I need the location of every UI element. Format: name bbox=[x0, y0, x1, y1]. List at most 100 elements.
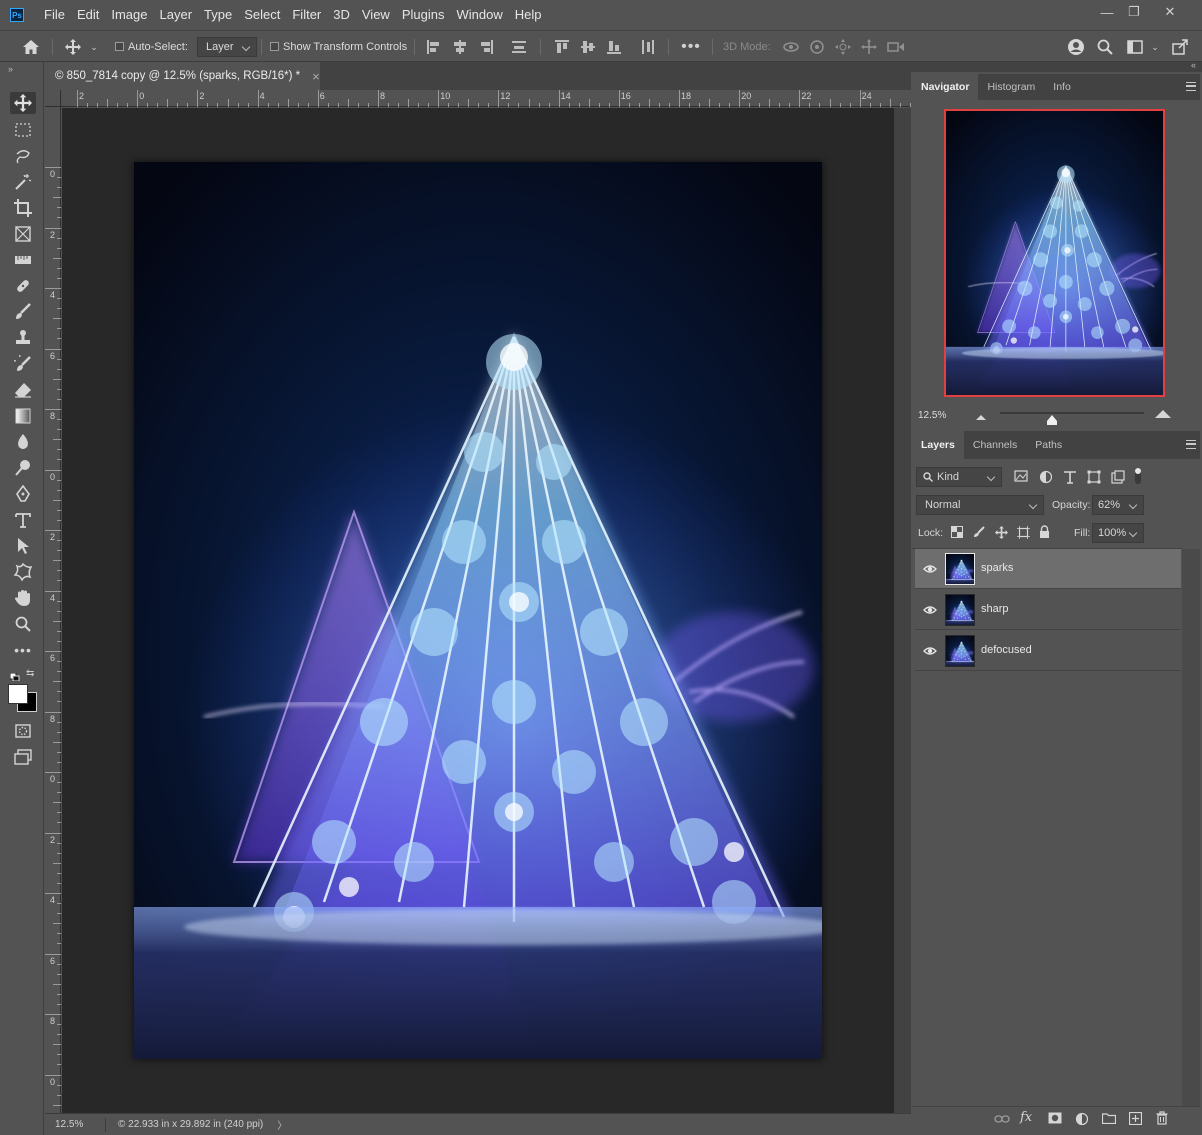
clone-stamp-tool-button[interactable] bbox=[10, 327, 36, 349]
close-window-button[interactable]: ✕ bbox=[1152, 0, 1188, 24]
app-logo[interactable]: Ps bbox=[10, 8, 24, 22]
distribute-horizontal-icon[interactable] bbox=[639, 38, 657, 56]
edit-toolbar-icon[interactable]: ••• bbox=[10, 639, 36, 661]
collapse-panels-icon[interactable]: « bbox=[1191, 60, 1196, 70]
eraser-tool-button[interactable] bbox=[10, 379, 36, 401]
auto-select-check[interactable] bbox=[115, 42, 124, 51]
zoom-out-icon[interactable] bbox=[976, 410, 986, 420]
foreground-color-swatch[interactable] bbox=[8, 684, 28, 704]
filter-type-icon[interactable] bbox=[1063, 470, 1077, 484]
hand-tool-button[interactable] bbox=[10, 587, 36, 609]
vertical-ruler[interactable]: 0 2 4 6 8 0 2 4 6 8 0 2 4 6 8 0 bbox=[45, 107, 61, 1113]
tab-paths[interactable]: Paths bbox=[1026, 431, 1071, 459]
document-canvas-image[interactable] bbox=[134, 162, 822, 1059]
navigator-zoom-slider[interactable] bbox=[1000, 412, 1144, 414]
tab-info[interactable]: Info bbox=[1044, 74, 1080, 100]
lock-position-icon[interactable] bbox=[995, 526, 1008, 539]
collapse-toolbar-icon[interactable]: » bbox=[8, 64, 13, 74]
fill-field[interactable]: 100% bbox=[1092, 523, 1144, 543]
filter-shape-icon[interactable] bbox=[1087, 470, 1101, 484]
align-top-icon[interactable] bbox=[553, 38, 571, 56]
horizontal-ruler[interactable]: 2 0 2 4 6 8 10 12 14 16 18 20 22 24 bbox=[61, 90, 911, 107]
blend-mode-dropdown[interactable]: Normal bbox=[916, 495, 1044, 515]
filter-smart-object-icon[interactable] bbox=[1111, 470, 1125, 484]
filter-toggle-switch[interactable] bbox=[1134, 467, 1144, 487]
history-brush-tool-button[interactable] bbox=[10, 353, 36, 375]
navigator-panel-menu-icon[interactable] bbox=[1186, 82, 1196, 91]
layer-row-sharp[interactable]: sharp bbox=[915, 590, 1181, 630]
align-vertical-center-icon[interactable] bbox=[579, 38, 597, 56]
3d-camera-icon[interactable] bbox=[886, 39, 906, 55]
pen-tool-button[interactable] bbox=[10, 483, 36, 505]
distribute-vertical-icon[interactable] bbox=[510, 38, 528, 56]
more-options-icon[interactable]: ••• bbox=[680, 38, 702, 56]
move-tool-icon[interactable] bbox=[62, 37, 84, 57]
auto-select-target-dropdown[interactable]: Layer bbox=[197, 31, 257, 62]
menu-file[interactable]: File bbox=[38, 0, 71, 30]
auto-select-checkbox[interactable]: Auto-Select: bbox=[115, 31, 188, 62]
gradient-tool-button[interactable] bbox=[10, 405, 36, 427]
ruler-origin[interactable] bbox=[45, 90, 61, 107]
menu-layer[interactable]: Layer bbox=[154, 0, 199, 30]
workspace-chevron-icon[interactable]: ⌄ bbox=[1149, 41, 1161, 53]
menu-edit[interactable]: Edit bbox=[71, 0, 105, 30]
layer-row-sparks[interactable]: sparks bbox=[915, 549, 1181, 589]
3d-slide-icon[interactable] bbox=[860, 39, 878, 55]
align-right-icon[interactable] bbox=[477, 38, 495, 56]
tab-navigator[interactable]: Navigator bbox=[912, 74, 979, 100]
menu-help[interactable]: Help bbox=[509, 0, 548, 30]
layer-row-defocused[interactable]: defocused bbox=[915, 631, 1181, 671]
visibility-eye-icon[interactable] bbox=[923, 603, 937, 617]
lasso-tool-button[interactable] bbox=[10, 145, 36, 167]
visibility-eye-icon[interactable] bbox=[923, 644, 937, 658]
navigator-preview[interactable] bbox=[944, 109, 1165, 397]
type-tool-button[interactable] bbox=[10, 509, 36, 531]
layers-panel-menu-icon[interactable] bbox=[1186, 440, 1196, 449]
navigator-zoom-value[interactable]: 12.5% bbox=[918, 410, 946, 421]
delete-layer-trash-icon[interactable] bbox=[1156, 1111, 1170, 1126]
restore-button[interactable]: ❐ bbox=[1116, 0, 1152, 24]
filter-adjustment-icon[interactable] bbox=[1039, 470, 1053, 484]
zoom-tool-button[interactable] bbox=[10, 613, 36, 635]
marquee-tool-button[interactable] bbox=[10, 119, 36, 141]
lock-transparent-pixels-icon[interactable] bbox=[951, 526, 964, 539]
menu-filter[interactable]: Filter bbox=[286, 0, 327, 30]
show-transform-controls-checkbox[interactable]: Show Transform Controls bbox=[270, 31, 407, 62]
tab-layers[interactable]: Layers bbox=[912, 431, 964, 459]
close-tab-button[interactable]: × bbox=[312, 69, 320, 84]
healing-brush-tool-button[interactable] bbox=[10, 275, 36, 297]
document-tab[interactable]: © 850_7814 copy @ 12.5% (sparks, RGB/16*… bbox=[45, 62, 320, 90]
menu-plugins[interactable]: Plugins bbox=[396, 0, 451, 30]
brush-tool-button[interactable] bbox=[10, 301, 36, 323]
visibility-eye-icon[interactable] bbox=[923, 562, 937, 576]
quick-mask-button[interactable] bbox=[10, 720, 36, 742]
dodge-tool-button[interactable] bbox=[10, 457, 36, 479]
link-layers-icon[interactable] bbox=[994, 1113, 1010, 1127]
menu-image[interactable]: Image bbox=[105, 0, 153, 30]
menu-select[interactable]: Select bbox=[238, 0, 286, 30]
new-layer-icon[interactable] bbox=[1128, 1111, 1143, 1126]
new-group-folder-icon[interactable] bbox=[1101, 1112, 1117, 1126]
workspace-icon[interactable] bbox=[1125, 37, 1145, 57]
search-icon[interactable] bbox=[1095, 37, 1115, 57]
magic-wand-tool-button[interactable] bbox=[10, 171, 36, 193]
navigator-zoom-slider-thumb[interactable] bbox=[1047, 414, 1057, 425]
zoom-in-icon[interactable] bbox=[1155, 408, 1171, 420]
status-menu-arrow[interactable]: 〉 bbox=[277, 1117, 287, 1132]
menu-window[interactable]: Window bbox=[450, 0, 508, 30]
status-zoom[interactable]: 12.5% bbox=[55, 1119, 95, 1130]
share-user-icon[interactable] bbox=[1066, 37, 1086, 57]
custom-shape-tool-button[interactable] bbox=[10, 561, 36, 583]
move-tool-button[interactable] bbox=[10, 92, 36, 114]
menu-type[interactable]: Type bbox=[198, 0, 238, 30]
menu-3d[interactable]: 3D bbox=[327, 0, 356, 30]
align-left-icon[interactable] bbox=[425, 38, 443, 56]
layer-filter-kind-dropdown[interactable]: Kind bbox=[916, 467, 1002, 487]
screen-mode-button[interactable] bbox=[10, 746, 36, 768]
show-transform-check[interactable] bbox=[270, 42, 279, 51]
vertical-scrollbar[interactable] bbox=[894, 108, 911, 1113]
filter-pixel-icon[interactable] bbox=[1014, 470, 1028, 484]
tab-channels[interactable]: Channels bbox=[964, 431, 1026, 459]
align-horizontal-center-icon[interactable] bbox=[451, 38, 469, 56]
menu-view[interactable]: View bbox=[356, 0, 396, 30]
